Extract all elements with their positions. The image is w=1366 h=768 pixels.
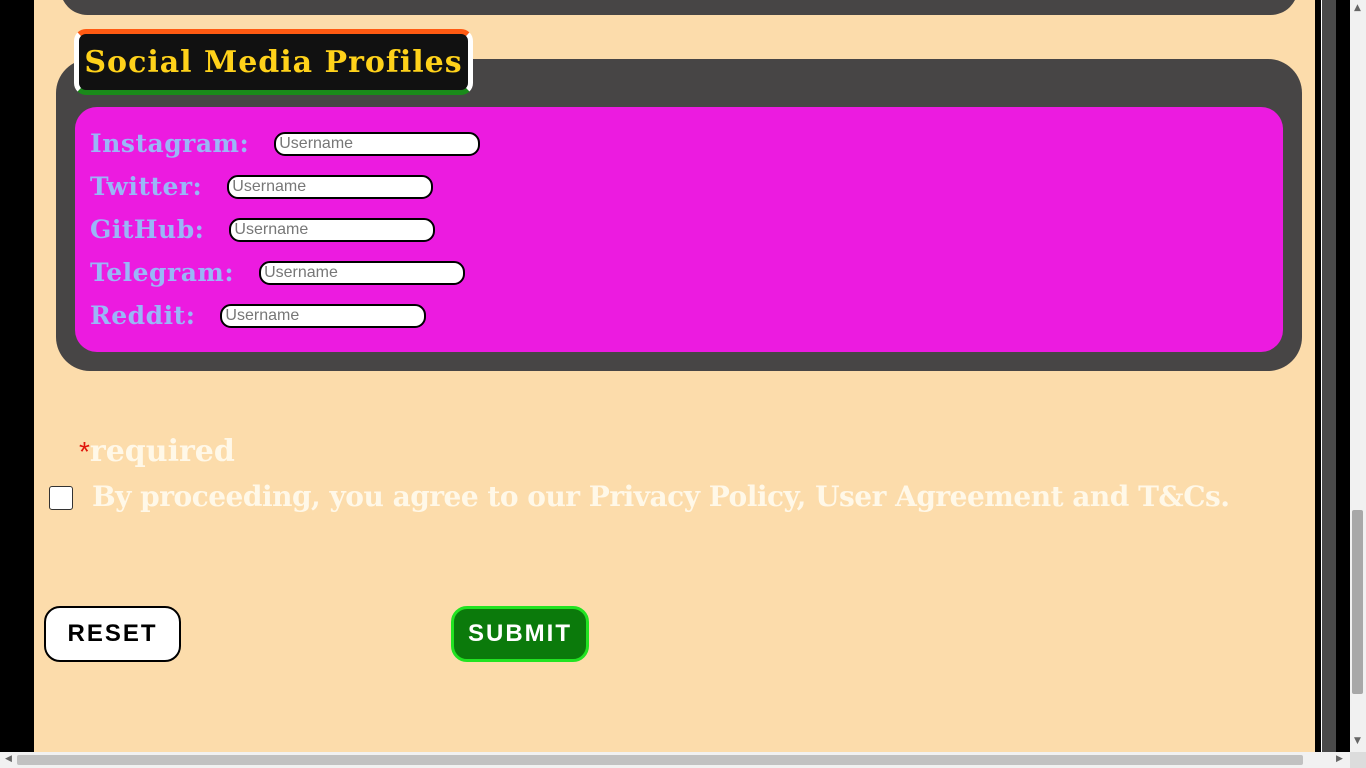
border-stripe-dark xyxy=(1322,0,1336,752)
telegram-input[interactable] xyxy=(259,260,466,285)
instagram-label: Instagram: xyxy=(90,129,250,158)
horizontal-scrollbar[interactable]: ◀ ▶ xyxy=(0,752,1350,768)
github-input[interactable] xyxy=(229,217,436,242)
vertical-scrollbar[interactable]: ▲ ▼ xyxy=(1350,0,1366,752)
page-right-border xyxy=(1315,0,1350,752)
agreement-text: By proceeding, you agree to our Privacy … xyxy=(92,480,1230,513)
agreement-checkbox[interactable] xyxy=(49,486,73,510)
previous-fieldset-bottom xyxy=(60,0,1298,15)
reddit-input[interactable] xyxy=(220,303,427,328)
twitter-label: Twitter: xyxy=(90,172,203,201)
scrollbar-corner xyxy=(1350,752,1366,768)
twitter-row: Twitter: xyxy=(90,172,434,201)
instagram-row: Instagram: xyxy=(90,129,481,158)
reddit-row: Reddit: xyxy=(90,301,427,330)
reddit-label: Reddit: xyxy=(90,301,196,330)
submit-button[interactable]: SUBMIT xyxy=(451,606,589,662)
telegram-row: Telegram: xyxy=(90,258,466,287)
required-note: *required xyxy=(79,434,235,469)
vertical-scroll-thumb[interactable] xyxy=(1352,510,1363,694)
scroll-right-arrow-icon[interactable]: ▶ xyxy=(1336,754,1343,764)
twitter-input[interactable] xyxy=(227,174,434,199)
reset-button[interactable]: RESET xyxy=(44,606,181,662)
github-label: GitHub: xyxy=(90,215,205,244)
horizontal-scroll-thumb[interactable] xyxy=(17,755,1303,765)
instagram-input[interactable] xyxy=(274,131,481,156)
required-asterisk: * xyxy=(79,436,90,467)
github-row: GitHub: xyxy=(90,215,436,244)
social-media-panel: Instagram: Twitter: GitHub: Telegram: Re… xyxy=(75,107,1283,352)
scroll-up-arrow-icon[interactable]: ▲ xyxy=(1354,3,1361,13)
required-text: required xyxy=(89,434,235,469)
scroll-left-arrow-icon[interactable]: ◀ xyxy=(5,754,12,764)
social-media-legend: Social Media Profiles xyxy=(74,29,473,95)
telegram-label: Telegram: xyxy=(90,258,235,287)
legend-title: Social Media Profiles xyxy=(84,44,463,80)
scroll-down-arrow-icon[interactable]: ▼ xyxy=(1354,736,1361,746)
